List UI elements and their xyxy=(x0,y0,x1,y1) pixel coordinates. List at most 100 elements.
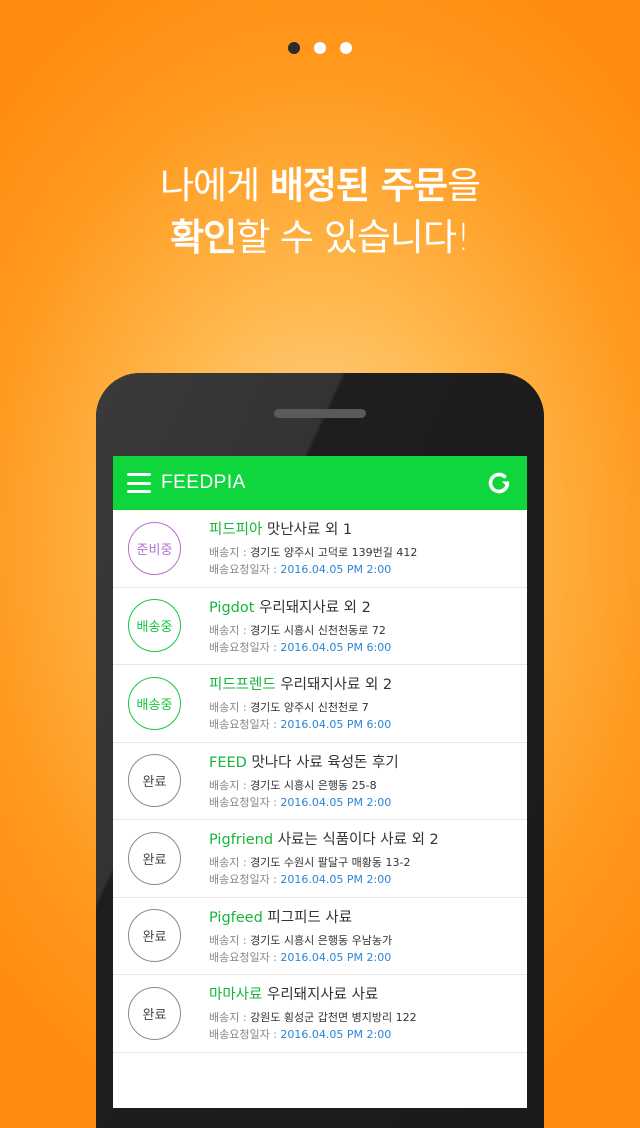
date-label: 배송요청일자 : xyxy=(209,950,281,964)
order-title: FEED 맛나다 사료 육성돈 후기 xyxy=(209,751,399,772)
address-value: 경기도 시흥시 은행동 우남농가 xyxy=(250,933,393,947)
order-row[interactable]: 완료 Pigfeed 피그피드 사료 배송지 : 경기도 시흥시 은행동 우남농… xyxy=(113,898,527,975)
status-badge: 배송중 xyxy=(128,676,181,730)
order-info: 피드프렌드 우리돼지사료 외 2 배송지 : 경기도 양주시 신천천로 7 배송… xyxy=(209,673,392,733)
date-label: 배송요청일자 : xyxy=(209,563,281,577)
refresh-icon[interactable] xyxy=(485,469,513,497)
address-line: 배송지 : 경기도 시흥시 신천천동로 72 xyxy=(209,622,391,639)
order-title: 마마사료 우리돼지사료 사료 xyxy=(209,983,417,1004)
address-label: 배송지 : xyxy=(209,1011,251,1025)
date-line: 배송요청일자 : 2016.04.05 PM 2:00 xyxy=(209,561,417,578)
page-dot[interactable] xyxy=(340,42,352,54)
address-line: 배송지 : 경기도 양주시 고덕로 139번길 412 xyxy=(209,544,417,561)
date-line: 배송요청일자 : 2016.04.05 PM 2:00 xyxy=(209,794,399,811)
order-row[interactable]: 배송중 피드프렌드 우리돼지사료 외 2 배송지 : 경기도 양주시 신천천로 … xyxy=(113,665,527,743)
phone-mockup: FEEDPIA 준비중 피드피아 맛난사료 외 1 배송지 : 경기도 양주시 … xyxy=(96,373,544,1128)
address-value: 경기도 양주시 신천천로 7 xyxy=(250,701,369,715)
order-title: Pigfriend 사료는 식품이다 사료 외 2 xyxy=(209,828,439,849)
customer-name: 피드피아 xyxy=(209,522,263,539)
headline-emphasis: 확인 xyxy=(170,216,237,259)
headline-text: 할 수 있습니다! xyxy=(236,216,471,259)
address-value: 강원도 횡성군 갑천면 병지방리 122 xyxy=(250,1011,417,1025)
date-value: 2016.04.05 PM 6:00 xyxy=(280,640,392,654)
date-label: 배송요청일자 : xyxy=(209,1028,281,1042)
page-indicator xyxy=(0,42,640,54)
app-screen: FEEDPIA 준비중 피드피아 맛난사료 외 1 배송지 : 경기도 양주시 … xyxy=(113,456,527,1108)
status-badge: 배송중 xyxy=(128,599,181,653)
status-badge: 완료 xyxy=(128,754,181,808)
status-badge: 완료 xyxy=(128,831,181,885)
address-line: 배송지 : 경기도 양주시 신천천로 7 xyxy=(209,699,392,716)
order-info: 마마사료 우리돼지사료 사료 배송지 : 강원도 횡성군 갑천면 병지방리 12… xyxy=(209,983,417,1043)
address-label: 배송지 : xyxy=(209,623,251,637)
order-title: 피드피아 맛난사료 외 1 xyxy=(209,518,417,539)
status-badge: 완료 xyxy=(128,986,181,1040)
headline-line-1: 나에게 배정된 주문을 xyxy=(0,160,640,212)
promo-headline: 나에게 배정된 주문을 확인할 수 있습니다! xyxy=(0,160,640,264)
app-bar: FEEDPIA xyxy=(113,456,527,510)
date-line: 배송요청일자 : 2016.04.05 PM 2:00 xyxy=(209,1026,417,1043)
order-info: FEED 맛나다 사료 육성돈 후기 배송지 : 경기도 시흥시 은행동 25-… xyxy=(209,751,399,811)
headline-text: 나에게 xyxy=(159,164,270,207)
order-row[interactable]: 완료 마마사료 우리돼지사료 사료 배송지 : 강원도 횡성군 갑천면 병지방리… xyxy=(113,975,527,1053)
date-value: 2016.04.05 PM 2:00 xyxy=(280,1028,392,1042)
page-dot-active[interactable] xyxy=(288,42,300,54)
date-label: 배송요청일자 : xyxy=(209,640,281,654)
headline-text: 을 xyxy=(446,164,481,207)
customer-name: Pigfeed xyxy=(209,909,263,926)
order-row[interactable]: 배송중 Pigdot 우리돼지사료 외 2 배송지 : 경기도 시흥시 신천천동… xyxy=(113,588,527,665)
customer-name: Pigdot xyxy=(209,599,255,616)
order-info: Pigdot 우리돼지사료 외 2 배송지 : 경기도 시흥시 신천천동로 72… xyxy=(209,596,391,656)
address-label: 배송지 : xyxy=(209,778,251,792)
order-row[interactable]: 완료 FEED 맛나다 사료 육성돈 후기 배송지 : 경기도 시흥시 은행동 … xyxy=(113,743,527,820)
order-list: 준비중 피드피아 맛난사료 외 1 배송지 : 경기도 양주시 고덕로 139번… xyxy=(113,510,527,1053)
customer-name: 마마사료 xyxy=(209,987,263,1004)
order-title: Pigdot 우리돼지사료 외 2 xyxy=(209,596,391,617)
address-label: 배송지 : xyxy=(209,933,251,947)
address-label: 배송지 : xyxy=(209,701,251,715)
date-value: 2016.04.05 PM 6:00 xyxy=(280,718,392,732)
address-line: 배송지 : 경기도 시흥시 은행동 25-8 xyxy=(209,777,399,794)
date-line: 배송요청일자 : 2016.04.05 PM 6:00 xyxy=(209,639,391,656)
date-line: 배송요청일자 : 2016.04.05 PM 2:00 xyxy=(209,871,439,888)
date-label: 배송요청일자 : xyxy=(209,718,281,732)
date-value: 2016.04.05 PM 2:00 xyxy=(280,795,392,809)
date-label: 배송요청일자 : xyxy=(209,795,281,809)
product-summary: 맛나다 사료 육성돈 후기 xyxy=(251,754,399,771)
product-summary: 사료는 식품이다 사료 외 2 xyxy=(277,832,439,849)
date-value: 2016.04.05 PM 2:00 xyxy=(280,873,392,887)
headline-emphasis: 배정된 주문 xyxy=(269,164,448,207)
status-badge: 완료 xyxy=(128,909,181,963)
address-value: 경기도 시흥시 신천천동로 72 xyxy=(250,623,386,637)
address-line: 배송지 : 강원도 횡성군 갑천면 병지방리 122 xyxy=(209,1009,417,1026)
headline-line-2: 확인할 수 있습니다! xyxy=(0,212,640,264)
address-value: 경기도 수원시 팔달구 매황동 13-2 xyxy=(250,856,411,870)
order-info: Pigfeed 피그피드 사료 배송지 : 경기도 시흥시 은행동 우남농가 배… xyxy=(209,906,392,966)
address-line: 배송지 : 경기도 수원시 팔달구 매황동 13-2 xyxy=(209,854,439,871)
order-info: 피드피아 맛난사료 외 1 배송지 : 경기도 양주시 고덕로 139번길 41… xyxy=(209,518,417,578)
hamburger-menu-icon[interactable] xyxy=(127,473,151,493)
product-summary: 맛난사료 외 1 xyxy=(266,522,353,539)
date-label: 배송요청일자 : xyxy=(209,873,281,887)
address-line: 배송지 : 경기도 시흥시 은행동 우남농가 xyxy=(209,932,392,949)
date-line: 배송요청일자 : 2016.04.05 PM 2:00 xyxy=(209,949,392,966)
order-row[interactable]: 준비중 피드피아 맛난사료 외 1 배송지 : 경기도 양주시 고덕로 139번… xyxy=(113,510,527,588)
date-value: 2016.04.05 PM 2:00 xyxy=(280,563,392,577)
product-summary: 우리돼지사료 외 2 xyxy=(259,599,371,616)
address-value: 경기도 양주시 고덕로 139번길 412 xyxy=(250,546,418,560)
order-title: 피드프렌드 우리돼지사료 외 2 xyxy=(209,673,392,694)
order-title: Pigfeed 피그피드 사료 xyxy=(209,906,392,927)
address-label: 배송지 : xyxy=(209,856,251,870)
date-line: 배송요청일자 : 2016.04.05 PM 6:00 xyxy=(209,716,392,733)
app-title: FEEDPIA xyxy=(161,472,246,493)
customer-name: FEED xyxy=(209,754,247,771)
product-summary: 피그피드 사료 xyxy=(267,909,353,926)
product-summary: 우리돼지사료 사료 xyxy=(266,987,379,1004)
address-label: 배송지 : xyxy=(209,546,251,560)
order-row[interactable]: 완료 Pigfriend 사료는 식품이다 사료 외 2 배송지 : 경기도 수… xyxy=(113,820,527,898)
date-value: 2016.04.05 PM 2:00 xyxy=(280,950,392,964)
order-info: Pigfriend 사료는 식품이다 사료 외 2 배송지 : 경기도 수원시 … xyxy=(209,828,439,888)
page-dot[interactable] xyxy=(314,42,326,54)
customer-name: Pigfriend xyxy=(209,832,274,849)
address-value: 경기도 시흥시 은행동 25-8 xyxy=(250,778,377,792)
